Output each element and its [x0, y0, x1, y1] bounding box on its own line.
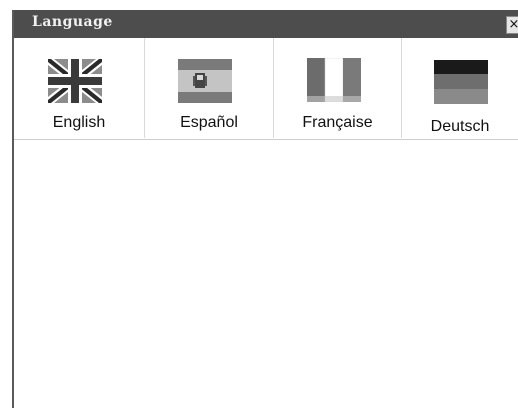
- spain-flag-icon: [178, 59, 232, 103]
- language-option-deutsch[interactable]: Deutsch: [401, 38, 518, 138]
- language-option-francaise[interactable]: Française: [273, 38, 401, 138]
- france-flag-icon: [307, 58, 361, 102]
- language-label-english: English: [52, 114, 106, 131]
- language-option-english[interactable]: English: [14, 38, 144, 138]
- close-button[interactable]: ×: [506, 16, 518, 34]
- language-option-espanol[interactable]: Español: [144, 38, 273, 138]
- germany-flag-icon: [434, 60, 488, 104]
- title-bar: Language: [14, 10, 518, 38]
- language-dialog: Language × English Español Française Deu…: [12, 10, 518, 408]
- language-label-francaise: Française: [302, 114, 373, 131]
- language-label-deutsch: Deutsch: [430, 118, 490, 135]
- content-area: [14, 140, 518, 408]
- uk-flag-icon: [48, 59, 102, 103]
- language-label-espanol: Español: [180, 114, 238, 131]
- language-list: English Español Française Deutsch: [14, 38, 518, 140]
- dialog-title: Language: [32, 14, 113, 30]
